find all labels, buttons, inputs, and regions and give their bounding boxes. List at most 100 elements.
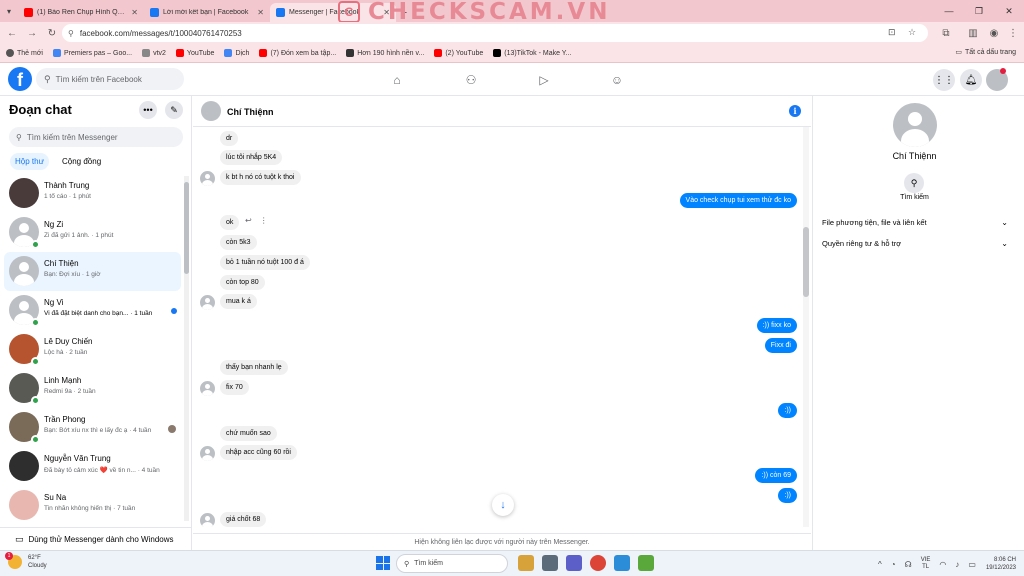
try-messenger-windows-link[interactable]: ▭ Dùng thử Messenger dành cho Windows: [0, 527, 191, 550]
browser-tab-youtube[interactable]: (1) Bảo Ren Chụp Hình QUẢI V... ✕: [18, 3, 144, 22]
url-field[interactable]: ⚲ facebook.com/messages/t/10004076147025…: [62, 24, 928, 42]
options-icon[interactable]: •••: [139, 101, 157, 119]
taskbar-search-input[interactable]: ⚲ Tìm kiếm: [396, 554, 508, 573]
input-language[interactable]: VIE TL: [921, 557, 931, 571]
new-message-icon[interactable]: ✎: [165, 101, 183, 119]
task-view-icon[interactable]: [542, 555, 558, 571]
close-icon[interactable]: ✕: [257, 8, 264, 17]
teams-icon[interactable]: [566, 555, 582, 571]
message-bubble-outgoing[interactable]: :)): [778, 488, 797, 503]
bookmark-youtube-video[interactable]: (7) Đón xem ba tập...: [259, 49, 336, 57]
facebook-logo[interactable]: f: [8, 67, 32, 91]
message-bubble-incoming[interactable]: mua k á: [220, 294, 257, 309]
message-bubble-incoming[interactable]: chứ muốn sao: [220, 426, 277, 441]
message-bubble-outgoing[interactable]: :)) fixx ko: [756, 318, 797, 333]
bookmark-tiktok[interactable]: (13)TikTok - Make Y...: [493, 49, 571, 57]
forward-arrow-icon[interactable]: →: [22, 23, 42, 43]
browser-tab-friend-requests[interactable]: Lời mời kết bạn | Facebook ✕: [144, 3, 270, 22]
tab-inbox[interactable]: Hộp thư: [10, 153, 49, 170]
maximize-icon[interactable]: ❐: [964, 0, 994, 22]
search-in-conversation-icon[interactable]: ⚲: [904, 173, 924, 193]
bookmark-google[interactable]: Premiers pas – Goo...: [52, 49, 132, 57]
reload-icon[interactable]: ↻: [42, 23, 62, 43]
conversation-item[interactable]: Nguyễn Văn Trung Đã bày tỏ cảm xúc ❤️ về…: [4, 447, 181, 486]
message-bubble-incoming[interactable]: k bt h nó có tuột k thoi: [220, 170, 301, 185]
notifications-bell-icon[interactable]: 🔔︎: [960, 69, 982, 91]
chrome-icon[interactable]: [590, 555, 606, 571]
chat-list-scrollbar[interactable]: [184, 176, 189, 521]
scrollbar-thumb[interactable]: [184, 182, 189, 274]
message-bubble-incoming[interactable]: dr: [220, 131, 239, 146]
speaker-icon[interactable]: ♪: [955, 560, 959, 569]
start-button[interactable]: [376, 556, 390, 570]
message-bubble-incoming[interactable]: giá chốt 68: [220, 512, 267, 527]
message-bubble-outgoing[interactable]: Vào check chụp tui xem thử đc ko: [679, 193, 797, 208]
facebook-search-input[interactable]: ⚲ Tìm kiếm trên Facebook: [36, 68, 184, 90]
scroll-to-bottom-icon[interactable]: ↓: [492, 494, 514, 516]
message-bubble-outgoing[interactable]: :)): [778, 403, 797, 418]
file-explorer-icon[interactable]: [614, 555, 630, 571]
menu-grid-icon[interactable]: ⋮⋮: [933, 69, 955, 91]
clock[interactable]: 8:06 CH 19/12/2023: [986, 556, 1016, 572]
conversation-item[interactable]: Trần Phong Bạn: Bớt xíu nx thì e lấy đc …: [4, 408, 181, 447]
chevron-up-icon[interactable]: ^: [878, 560, 882, 569]
wifi-icon[interactable]: ◠: [939, 560, 946, 569]
message-bubble-incoming[interactable]: còn 5k3: [220, 235, 257, 250]
tab-search-icon[interactable]: ▾: [0, 0, 18, 22]
bookmark-wallpapers[interactable]: Hơn 190 hình nền v...: [346, 49, 424, 57]
home-icon[interactable]: ⌂: [388, 71, 406, 89]
conversation-item[interactable]: Linh Mạnh Redmi 9a · 2 tuần: [4, 369, 181, 408]
watch-icon[interactable]: ▷: [535, 71, 553, 89]
all-bookmarks-button[interactable]: ▭ Tất cả dấu trang: [955, 48, 1016, 57]
friends-icon[interactable]: ⚇: [462, 71, 480, 89]
window-close-icon[interactable]: ✕: [994, 0, 1024, 22]
scrollbar-thumb[interactable]: [803, 227, 809, 297]
volume-icon[interactable]: ☊: [905, 560, 912, 569]
minimize-icon[interactable]: —: [934, 0, 964, 22]
back-arrow-icon[interactable]: ←: [2, 23, 22, 43]
site-info-icon[interactable]: ⚲: [68, 29, 74, 38]
privacy-support-section[interactable]: Quyền riêng tư & hỗ trợ ⌄: [822, 235, 1008, 251]
conversation-item[interactable]: Ng Zi Zi đã gửi 1 ảnh. · 1 phút: [4, 213, 181, 252]
message-scrollbar[interactable]: [803, 127, 809, 527]
message-bubble-incoming[interactable]: fix 70: [220, 380, 249, 395]
conversation-item[interactable]: Thành Trung 1 tổ cáo · 1 phút: [4, 174, 181, 213]
messenger-search-input[interactable]: ⚲ Tìm kiếm trên Messenger: [9, 127, 183, 147]
bookmark-youtube[interactable]: YouTube: [175, 49, 214, 57]
browser-menu-icon[interactable]: ⋮: [1004, 24, 1022, 42]
conversation-item[interactable]: Lê Duy Chiến Lộc hà · 2 tuần: [4, 330, 181, 369]
message-bubble-incoming[interactable]: thấy bạn nhanh lẹ: [220, 360, 288, 375]
weather-widget[interactable]: 1 62°F Cloudy: [5, 552, 47, 570]
media-files-links-section[interactable]: File phương tiện, file và liên kết ⌄: [822, 214, 1008, 230]
conversation-item[interactable]: Su Na Tin nhắn không hiển thị · 7 tuần: [4, 486, 181, 525]
message-bubble-incoming[interactable]: còn top 80: [220, 275, 265, 290]
more-icon[interactable]: ⋮: [260, 216, 268, 225]
profile-icon[interactable]: ◉: [985, 24, 1003, 42]
bookmark-vtv2[interactable]: vtv2: [142, 49, 166, 57]
store-icon[interactable]: [638, 555, 654, 571]
bookmark-youtube-2[interactable]: (2) YouTube: [434, 49, 483, 57]
profile-avatar[interactable]: [893, 103, 937, 147]
battery-icon[interactable]: ▭: [968, 560, 976, 569]
message-bubble-incoming[interactable]: ok: [220, 215, 240, 230]
bookmark-star-icon[interactable]: ☆: [908, 27, 916, 38]
close-icon[interactable]: ✕: [131, 8, 138, 17]
bookmark-new-tab[interactable]: Thẻ mới: [6, 49, 43, 57]
message-bubble-outgoing[interactable]: Fixx đi: [764, 338, 797, 353]
message-bubble-incoming[interactable]: lúc tôi nhắp 5K4: [220, 150, 283, 165]
widgets-app-icon[interactable]: [518, 555, 534, 571]
message-bubble-outgoing[interactable]: :)) còn 69: [755, 468, 797, 483]
info-icon[interactable]: i: [789, 105, 801, 117]
conversation-item[interactable]: Ng Vi Vi đã đặt biệt danh cho bạn... · 1…: [4, 291, 181, 330]
message-bubble-incoming[interactable]: nhập acc cũng 60 rồi: [220, 445, 297, 460]
contact-name[interactable]: Chí Thiệnn: [227, 107, 274, 117]
contact-avatar[interactable]: [201, 101, 221, 121]
groups-icon[interactable]: ☺: [608, 71, 626, 89]
install-app-icon[interactable]: ⊡: [888, 27, 896, 38]
tab-community[interactable]: Cộng đồng: [57, 153, 106, 170]
reply-icon[interactable]: ↩: [245, 216, 252, 225]
extensions-icon[interactable]: ⧉: [937, 24, 955, 42]
sidebar-icon[interactable]: ▥: [964, 24, 982, 42]
message-bubble-incoming[interactable]: bỏ 1 tuần nó tuột 100 đ á: [220, 255, 310, 270]
network-icon[interactable]: ◔: [891, 560, 896, 569]
